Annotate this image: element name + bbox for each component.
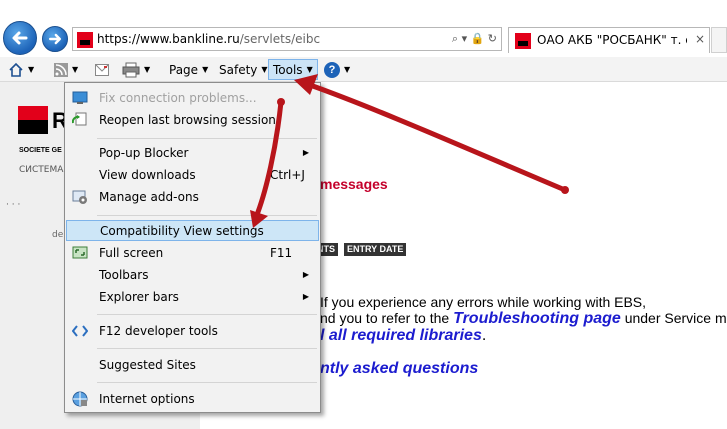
menu-item-label: Explorer bars bbox=[99, 289, 179, 304]
new-tab-button[interactable] bbox=[711, 27, 727, 53]
printer-icon bbox=[122, 62, 140, 77]
info-line-3: l all required libraries. bbox=[320, 327, 486, 345]
full-screen-icon bbox=[72, 246, 88, 259]
info-line-1: If you experience any errors while worki… bbox=[320, 294, 647, 310]
menu-item-full-screen[interactable]: Full screen F11 bbox=[66, 242, 319, 263]
chevron-down-icon[interactable]: ▼ bbox=[144, 65, 150, 74]
menu-item-label: Reopen last browsing session bbox=[99, 112, 276, 127]
help-button[interactable]: ? ▼ bbox=[324, 59, 350, 80]
tab-favicon-icon bbox=[515, 33, 531, 49]
menu-item-label: Fix connection problems... bbox=[99, 90, 257, 105]
tools-menu-label: Tools bbox=[273, 62, 303, 77]
browser-topbar: https://www.bankline.ru/servlets/eibc ⌕ … bbox=[0, 0, 727, 56]
side-text: de bbox=[52, 230, 64, 240]
site-favicon-icon bbox=[77, 32, 93, 48]
menu-item-reopen-session[interactable]: Reopen last browsing session bbox=[66, 109, 319, 130]
troubleshooting-link[interactable]: Troubleshooting page bbox=[453, 310, 621, 327]
info-line-2-prefix: nd you to refer to the bbox=[320, 310, 450, 326]
chevron-down-icon[interactable]: ▼ bbox=[28, 65, 34, 74]
address-bar-icons[interactable]: ⌕ ▾ 🔒 ↻ bbox=[452, 31, 497, 47]
mail-button[interactable] bbox=[95, 59, 109, 80]
info-line-3-suffix: . bbox=[481, 327, 487, 344]
menu-item-label: Pop-up Blocker bbox=[99, 145, 189, 160]
menu-item-label: Internet options bbox=[99, 391, 195, 406]
menu-item-shortcut: F11 bbox=[270, 245, 293, 260]
chevron-down-icon: ▼ bbox=[306, 65, 313, 74]
menu-separator bbox=[97, 382, 317, 383]
print-button[interactable]: ▼ bbox=[122, 59, 150, 80]
url-host: https://www.bankline.ru bbox=[97, 32, 240, 46]
url-text[interactable]: https://www.bankline.ru/servlets/eibc bbox=[97, 32, 320, 46]
submenu-arrow-icon: ▶ bbox=[302, 292, 309, 301]
menu-item-fix-connection[interactable]: Fix connection problems... bbox=[66, 87, 319, 108]
arrow-right-icon bbox=[49, 33, 61, 45]
help-icon: ? bbox=[324, 61, 340, 78]
menu-item-compatibility-view[interactable]: Compatibility View settings bbox=[66, 220, 319, 241]
menu-item-label: F12 developer tools bbox=[99, 323, 218, 338]
bank-logo-black bbox=[18, 120, 48, 134]
submenu-arrow-icon: ▶ bbox=[302, 270, 309, 279]
developer-tools-icon bbox=[72, 325, 88, 337]
logo-subtitle-2: СИСТЕМА bbox=[19, 165, 64, 175]
menu-item-label: View downloads bbox=[99, 167, 196, 182]
reopen-session-icon bbox=[72, 112, 87, 126]
faq-link[interactable]: ntly asked questions bbox=[320, 360, 478, 378]
menu-item-manage-addons[interactable]: Manage add-ons bbox=[66, 186, 319, 207]
chevron-down-icon[interactable]: ▼ bbox=[72, 65, 78, 74]
info-line-2: nd you to refer to the Troubleshooting p… bbox=[320, 310, 727, 328]
safety-menu-label: Safety bbox=[219, 62, 258, 77]
logo-subtitle: SOCIETE GE bbox=[19, 147, 62, 154]
menu-separator bbox=[97, 314, 317, 315]
feeds-button[interactable]: ▼ bbox=[54, 59, 78, 80]
menu-item-explorer-bars[interactable]: Explorer bars ▶ bbox=[66, 286, 319, 307]
info-line-2-suffix: under Service menu bbox=[624, 310, 727, 326]
rss-feed-icon bbox=[54, 62, 68, 77]
libraries-link[interactable]: l all required libraries bbox=[320, 327, 482, 344]
menu-item-shortcut: Ctrl+J bbox=[270, 167, 305, 182]
menu-separator bbox=[97, 138, 317, 139]
messages-heading: messages bbox=[320, 176, 388, 192]
menu-item-label: Full screen bbox=[99, 245, 164, 260]
menu-item-internet-options[interactable]: Internet options bbox=[66, 388, 319, 409]
submenu-arrow-icon: ▶ bbox=[302, 148, 309, 157]
forward-button[interactable] bbox=[42, 26, 68, 52]
menu-item-suggested-sites[interactable]: Suggested Sites bbox=[66, 354, 319, 375]
addons-gear-icon bbox=[72, 190, 87, 204]
menu-separator bbox=[97, 348, 317, 349]
arrow-left-icon bbox=[12, 31, 28, 45]
network-diagnose-icon bbox=[72, 91, 88, 104]
menu-item-toolbars[interactable]: Toolbars ▶ bbox=[66, 264, 319, 285]
table-header-cell: ENTRY DATE bbox=[344, 243, 407, 256]
command-bar: ▼ ▼ ▼ Page ▼ Safety ▼ Tools ▼ ? ▼ bbox=[0, 57, 727, 82]
browser-tab[interactable]: ОАО АКБ "РОСБАНК" т. е-... × bbox=[508, 27, 710, 53]
tools-menu-button[interactable]: Tools ▼ bbox=[268, 59, 318, 80]
mail-icon bbox=[95, 63, 109, 76]
home-icon bbox=[9, 62, 23, 77]
tools-dropdown-menu: Fix connection problems... Reopen last b… bbox=[64, 82, 321, 413]
chevron-down-icon: ▼ bbox=[344, 65, 351, 74]
url-path: /servlets/eibc bbox=[239, 32, 321, 46]
home-button[interactable]: ▼ bbox=[8, 59, 34, 80]
side-dots: · · · bbox=[6, 200, 21, 210]
tab-title: ОАО АКБ "РОСБАНК" т. е-... bbox=[537, 33, 687, 47]
menu-item-label: Suggested Sites bbox=[99, 357, 196, 372]
safety-menu-button[interactable]: Safety ▼ bbox=[219, 59, 268, 80]
menu-item-label: Compatibility View settings bbox=[100, 223, 264, 238]
menu-separator bbox=[97, 215, 317, 216]
menu-item-label: Manage add-ons bbox=[99, 189, 199, 204]
menu-item-view-downloads[interactable]: View downloads Ctrl+J bbox=[66, 164, 319, 185]
menu-item-label: Toolbars bbox=[99, 267, 149, 282]
chevron-down-icon: ▼ bbox=[202, 65, 209, 74]
bank-logo-red bbox=[18, 106, 48, 120]
page-menu-label: Page bbox=[169, 62, 199, 77]
menu-item-f12-tools[interactable]: F12 developer tools bbox=[66, 320, 319, 341]
menu-item-popup-blocker[interactable]: Pop-up Blocker ▶ bbox=[66, 142, 319, 163]
chevron-down-icon: ▼ bbox=[261, 65, 268, 74]
page-menu-button[interactable]: Page ▼ bbox=[169, 59, 208, 80]
tab-close-icon[interactable]: × bbox=[695, 32, 705, 46]
address-bar[interactable]: https://www.bankline.ru/servlets/eibc ⌕ … bbox=[72, 27, 502, 51]
internet-options-icon bbox=[72, 391, 88, 407]
back-button[interactable] bbox=[3, 21, 37, 55]
